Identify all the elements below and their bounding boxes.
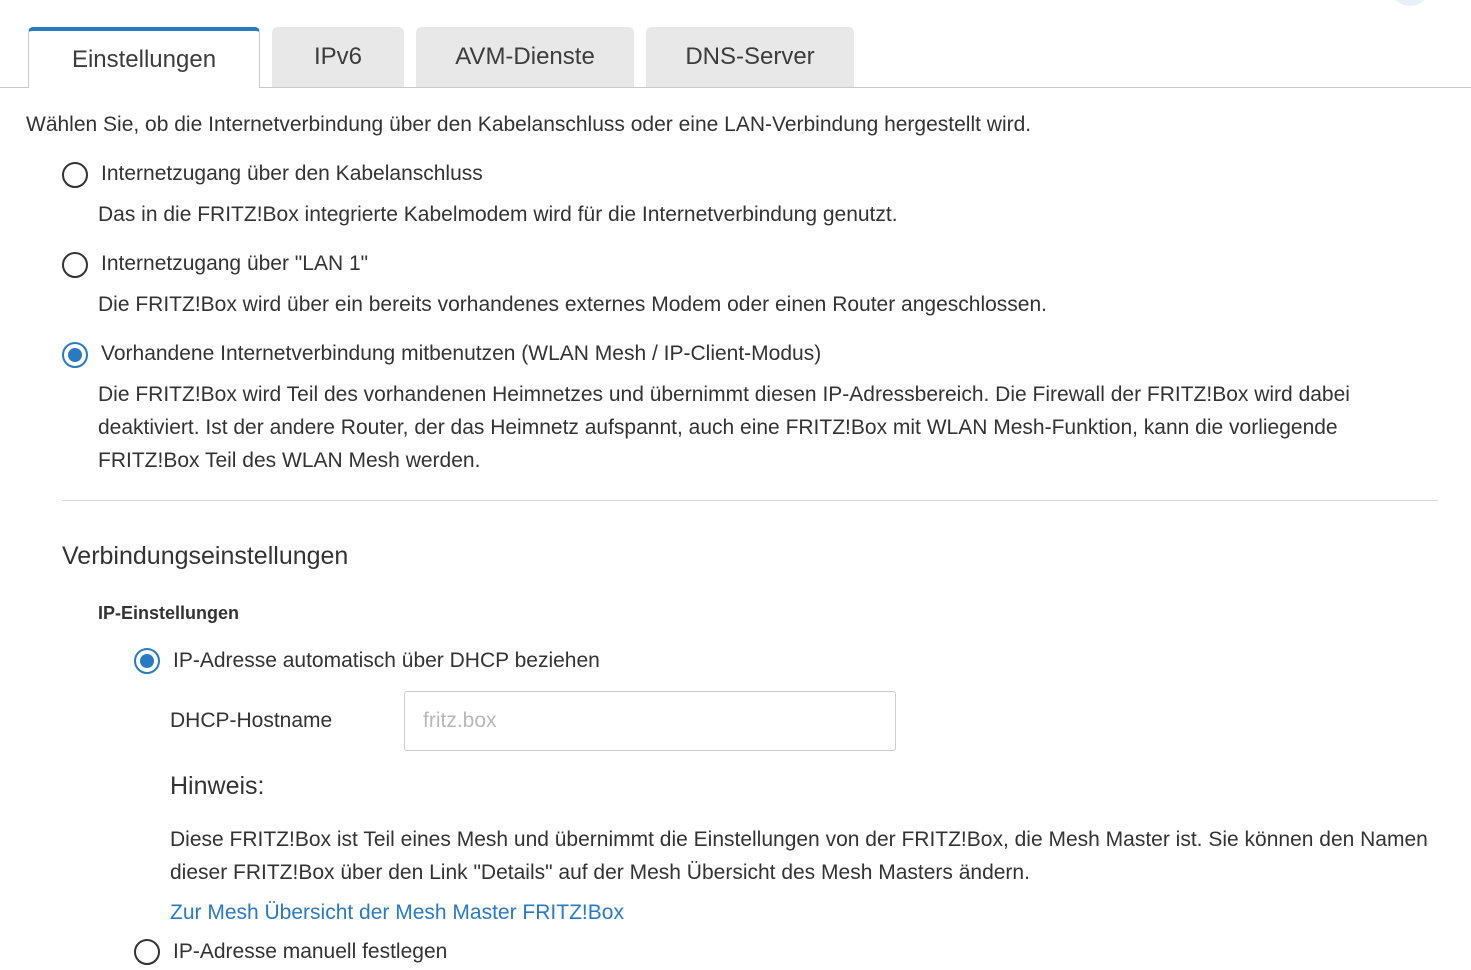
radio-cable-access[interactable] xyxy=(62,162,88,188)
radio-mesh-client[interactable] xyxy=(62,342,88,368)
radio-label-cable-access[interactable]: Internetzugang über den Kabelanschluss xyxy=(101,161,483,186)
tab-label: DNS-Server xyxy=(685,43,815,70)
description-lan1-access: Die FRITZ!Box wird über ein bereits vorh… xyxy=(98,293,1047,316)
description-mesh-client: Die FRITZ!Box wird Teil des vorhandenen … xyxy=(98,383,1350,472)
intro-text: Wählen Sie, ob die Internetverbindung üb… xyxy=(26,113,1032,136)
dhcp-hostname-input[interactable] xyxy=(404,691,896,751)
radio-label-manual-ip[interactable]: IP-Adresse manuell festlegen xyxy=(173,939,447,964)
mesh-overview-link[interactable]: Zur Mesh Übersicht der Mesh Master FRITZ… xyxy=(170,900,624,925)
section-heading-connection: Verbindungseinstellungen xyxy=(62,542,349,570)
tab-avm-dienste[interactable]: AVM-Dienste xyxy=(416,27,634,87)
subheading-ip-settings: IP-Einstellungen xyxy=(98,603,240,623)
radio-dhcp[interactable] xyxy=(134,648,160,674)
hostname-label: DHCP-Hostname xyxy=(170,709,333,732)
tab-label: IPv6 xyxy=(313,43,363,70)
radio-label-lan1-access[interactable]: Internetzugang über "LAN 1" xyxy=(101,251,368,276)
hint-text: Diese FRITZ!Box ist Teil eines Mesh und … xyxy=(170,828,1428,884)
section-divider xyxy=(62,500,1438,501)
tab-ipv6[interactable]: IPv6 xyxy=(272,27,404,87)
tab-dns-server[interactable]: DNS-Server xyxy=(646,27,854,87)
radio-label-mesh-client[interactable]: Vorhandene Internetverbindung mitbenutze… xyxy=(101,341,821,366)
radio-label-dhcp[interactable]: IP-Adresse automatisch über DHCP beziehe… xyxy=(173,648,600,673)
tab-einstellungen[interactable]: Einstellungen xyxy=(28,27,260,88)
tab-label: AVM-Dienste xyxy=(455,43,595,70)
tab-bar: Einstellungen IPv6 AVM-Dienste DNS-Serve… xyxy=(0,0,1471,88)
tab-label: Einstellungen xyxy=(71,45,217,73)
radio-manual-ip[interactable] xyxy=(134,939,160,965)
hint-heading: Hinweis: xyxy=(170,772,265,800)
description-cable-access: Das in die FRITZ!Box integrierte Kabelmo… xyxy=(98,203,898,226)
radio-lan1-access[interactable] xyxy=(62,252,88,278)
